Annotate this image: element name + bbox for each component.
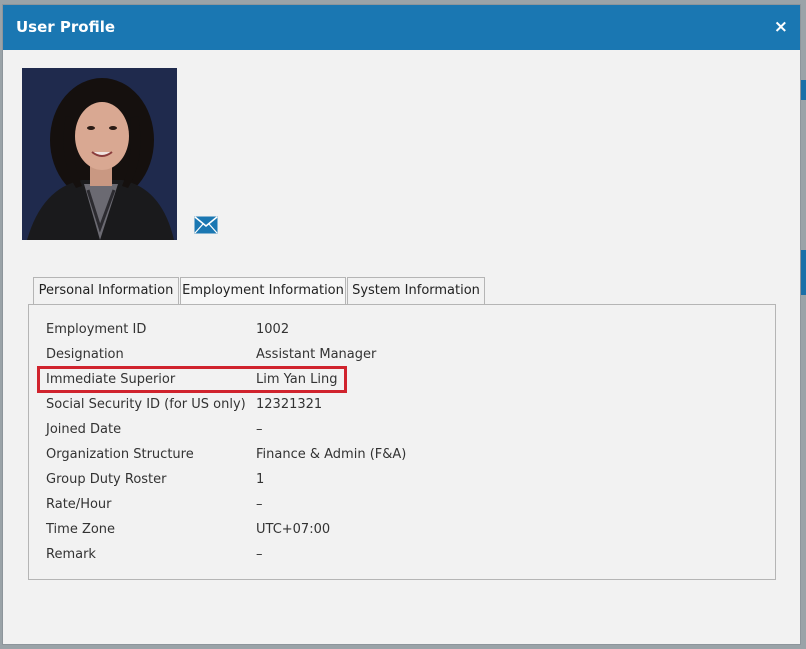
tab-system-information[interactable]: System Information — [347, 277, 485, 304]
field-value: 1002 — [256, 322, 290, 337]
highlight-box — [37, 366, 347, 393]
field-label: Time Zone — [46, 522, 116, 537]
field-label: Rate/Hour — [46, 497, 112, 512]
employment-information-panel: Employment ID 1002 Designation Assistant… — [28, 304, 776, 580]
field-label: Social Security ID (for US only) — [46, 397, 246, 412]
field-label: Designation — [46, 347, 124, 362]
tab-personal-information[interactable]: Personal Information — [33, 277, 179, 304]
field-value: UTC+07:00 — [256, 522, 331, 537]
field-label: Organization Structure — [46, 447, 194, 462]
field-label: Remark — [46, 547, 96, 562]
field-value: 1 — [256, 472, 265, 487]
tab-employment-information[interactable]: Employment Information — [180, 277, 346, 305]
field-label: Employment ID — [46, 322, 147, 337]
field-value: Finance & Admin (F&A) — [256, 447, 407, 462]
field-value: 12321321 — [256, 397, 323, 412]
profile-photo — [22, 68, 177, 240]
envelope-icon[interactable] — [194, 216, 218, 234]
field-value: – — [256, 422, 263, 437]
field-label: Group Duty Roster — [46, 472, 167, 487]
field-label: Joined Date — [46, 422, 122, 437]
user-profile-modal: User Profile × Personal Information Empl… — [2, 4, 801, 645]
field-value: – — [256, 547, 263, 562]
modal-title: User Profile — [16, 18, 116, 36]
field-value: – — [256, 497, 263, 512]
close-button[interactable]: × — [774, 17, 788, 37]
modal-header: User Profile × — [3, 5, 800, 50]
field-value: Assistant Manager — [256, 347, 377, 362]
